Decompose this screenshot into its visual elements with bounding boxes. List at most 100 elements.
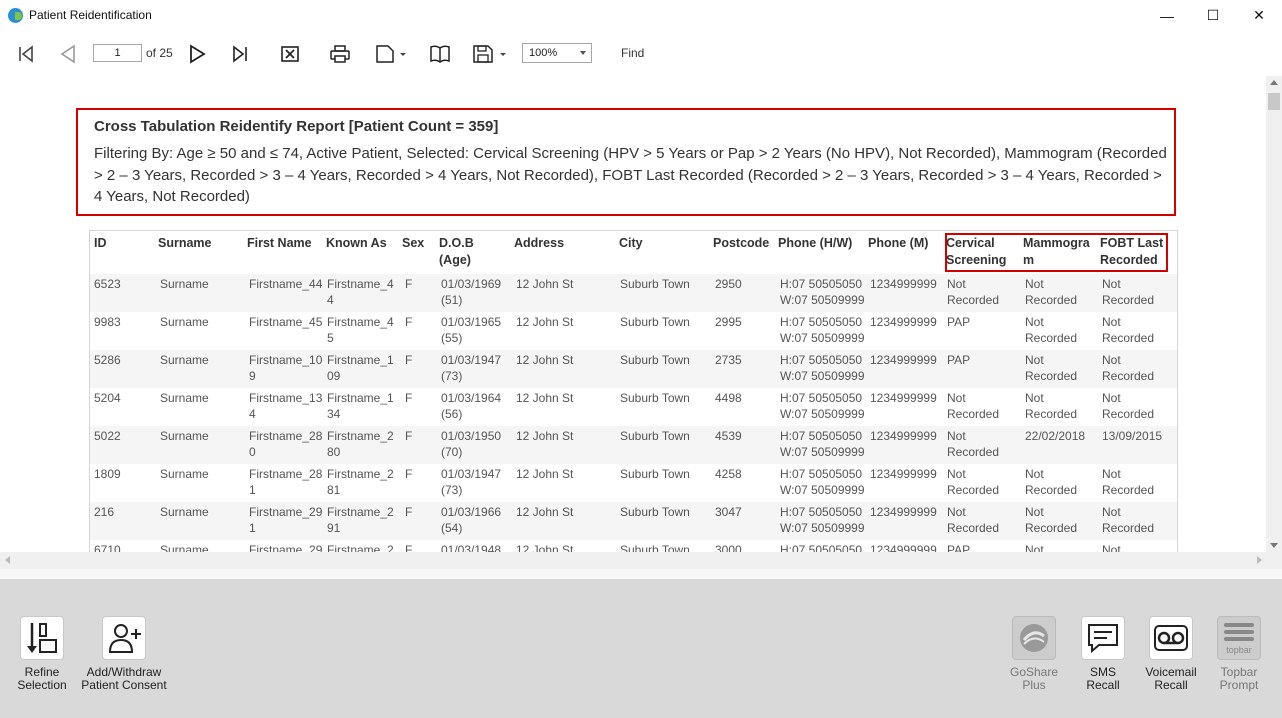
page-setup-icon[interactable]: [374, 43, 408, 65]
column-header-phone-m[interactable]: Phone (M): [868, 235, 942, 252]
table-row[interactable]: 1809 Surname Firstname_281 Firstname_281 F 01…: [90, 464, 1177, 502]
cell-dob: 01/03/1965 (55): [441, 315, 502, 345]
cell-known-as: Firstname_134: [327, 391, 394, 421]
cell-address: 12 John St: [516, 543, 574, 552]
cell-phone-m: 1234999999: [870, 391, 937, 405]
scroll-left-icon[interactable]: [5, 556, 10, 564]
cell-dob: 01/03/1948: [441, 543, 502, 552]
horizontal-scrollbar[interactable]: [0, 552, 1282, 569]
zoom-select[interactable]: 100%: [522, 43, 592, 63]
cell-fobt-last-recorded: Not Recorded: [1102, 315, 1155, 345]
column-header-dob[interactable]: D.O.B (Age): [439, 235, 509, 269]
table-row[interactable]: 216 Surname Firstname_291 Firstname_291 F 01/…: [90, 502, 1177, 540]
cell-first-name: Firstname_280: [249, 429, 323, 459]
goshare-plus-label: GoShare Plus: [1009, 665, 1059, 692]
column-header-phone-hw[interactable]: Phone (H/W): [778, 235, 868, 252]
column-header-known-as[interactable]: Known As: [326, 235, 400, 252]
column-header-city[interactable]: City: [619, 235, 709, 252]
table-row[interactable]: 9983 Surname Firstname_45 Firstname_45 F 01/0…: [90, 312, 1177, 350]
minimize-button[interactable]: —: [1144, 0, 1190, 31]
cell-dob: 01/03/1947 (73): [441, 467, 502, 497]
last-page-icon[interactable]: [229, 43, 251, 65]
cell-postcode: 2995: [715, 315, 742, 329]
save-icon[interactable]: [472, 43, 508, 65]
cell-id: 5022: [94, 429, 121, 443]
cell-cervical-screening: Not Recorded: [947, 277, 1000, 307]
cell-sex: F: [405, 429, 413, 443]
cell-dob: 01/03/1966 (54): [441, 505, 502, 535]
cell-phone-hw: H:07 50505050 W:07 50509999: [780, 277, 865, 307]
cell-address: 12 John St: [516, 505, 574, 519]
cell-mammogram: 22/02/2018: [1025, 429, 1086, 443]
scroll-up-icon[interactable]: [1270, 80, 1278, 85]
next-page-icon[interactable]: [186, 43, 208, 65]
first-page-icon[interactable]: [15, 43, 37, 65]
previous-page-icon[interactable]: [57, 43, 79, 65]
cell-mammogram: Not Recorded: [1025, 353, 1078, 383]
scroll-down-icon[interactable]: [1270, 543, 1278, 548]
cell-phone-hw: H:07 50505050 W:07 50509999: [780, 467, 865, 497]
cell-city: Suburb Town: [620, 467, 690, 481]
cell-fobt-last-recorded: Not Recorded: [1102, 391, 1155, 421]
find-link[interactable]: Find: [621, 46, 644, 60]
column-header-sex[interactable]: Sex: [402, 235, 436, 252]
column-header-id[interactable]: ID: [94, 235, 154, 252]
goshare-icon: [1020, 624, 1048, 652]
cell-phone-hw: H:07 50505050 W:07 50509999: [780, 505, 865, 535]
refine-selection-button[interactable]: [20, 616, 64, 660]
sms-recall-button[interactable]: [1081, 616, 1125, 660]
topbar-prompt-button[interactable]: topbar: [1217, 616, 1261, 660]
cell-city: Suburb Town: [620, 543, 690, 552]
cell-dob: 01/03/1969 (51): [441, 277, 502, 307]
vertical-scrollbar[interactable]: [1266, 76, 1282, 552]
print-icon[interactable]: [328, 43, 352, 65]
cell-postcode: 4539: [715, 429, 742, 443]
cell-fobt-last-recorded: Not: [1102, 543, 1121, 552]
column-header-first-name[interactable]: First Name: [247, 235, 323, 252]
table-row[interactable]: 6710 Surname Firstname_29 Firstname_29 F 01/0…: [90, 540, 1177, 552]
sms-recall-label: SMS Recall: [1086, 665, 1120, 692]
cell-phone-hw: H:07 50505050: [780, 543, 863, 552]
cell-first-name: Firstname_109: [249, 353, 323, 383]
cell-postcode: 4498: [715, 391, 742, 405]
cell-surname: Surname: [160, 543, 209, 552]
voicemail-recall-button[interactable]: [1149, 616, 1193, 660]
table-row[interactable]: 5022 Surname Firstname_280 Firstname_280 F 01…: [90, 426, 1177, 464]
cell-phone-hw: H:07 50505050 W:07 50509999: [780, 391, 865, 421]
column-header-address[interactable]: Address: [514, 235, 614, 252]
voicemail-recall-label: Voicemail Recall: [1145, 665, 1197, 692]
cell-sex: F: [405, 467, 413, 481]
cell-city: Suburb Town: [620, 353, 690, 367]
page-number-input[interactable]: 1: [93, 44, 142, 62]
cell-dob: 01/03/1964 (56): [441, 391, 502, 421]
cell-phone-hw: H:07 50505050 W:07 50509999: [780, 315, 865, 345]
cell-mammogram: Not Recorded: [1025, 315, 1078, 345]
column-header-postcode[interactable]: Postcode: [713, 235, 777, 252]
goshare-plus-button[interactable]: [1012, 616, 1056, 660]
column-header-surname[interactable]: Surname: [158, 235, 242, 252]
cell-phone-m: 1234999999: [870, 467, 937, 481]
add-withdraw-consent-button[interactable]: [102, 616, 146, 660]
stop-icon[interactable]: [279, 43, 301, 65]
close-button[interactable]: ✕: [1236, 0, 1282, 31]
cell-first-name: Firstname_45: [249, 315, 323, 329]
cell-city: Suburb Town: [620, 429, 690, 443]
table-row[interactable]: 6523 Surname Firstname_44 Firstname_44 F 01/0…: [90, 274, 1177, 312]
app-logo-icon: [8, 8, 23, 23]
cell-sex: F: [405, 543, 413, 552]
maximize-button[interactable]: ☐: [1190, 0, 1236, 31]
table-row[interactable]: 5286 Surname Firstname_109 Firstname_109 F 01…: [90, 350, 1177, 388]
scroll-right-icon[interactable]: [1257, 556, 1262, 564]
cell-surname: Surname: [160, 315, 209, 329]
cell-id: 1809: [94, 467, 121, 481]
cell-city: Suburb Town: [620, 315, 690, 329]
cell-cervical-screening: Not Recorded: [947, 429, 1000, 459]
refine-selection-icon: [27, 623, 57, 653]
panel-divider: [0, 569, 1282, 579]
table-row[interactable]: 5204 Surname Firstname_134 Firstname_134 F 01…: [90, 388, 1177, 426]
cell-id: 5204: [94, 391, 121, 405]
toggle-view-icon[interactable]: [428, 43, 452, 65]
cell-mammogram: Not Recorded: [1025, 277, 1078, 307]
cell-id: 9983: [94, 315, 121, 329]
scroll-thumb[interactable]: [1268, 93, 1280, 110]
